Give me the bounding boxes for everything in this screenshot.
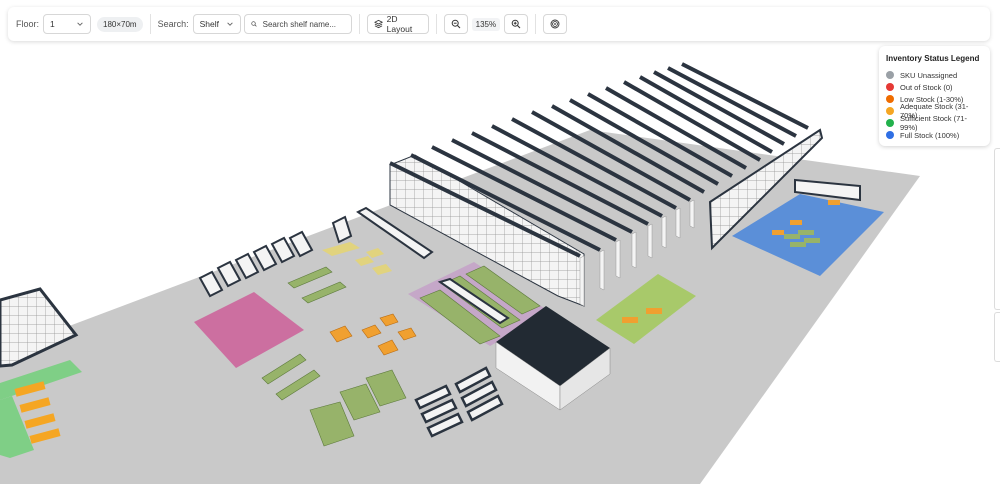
search-type-value: Shelf	[199, 19, 220, 29]
zoom-out-icon	[451, 19, 461, 29]
legend-dot-adequate	[886, 107, 894, 115]
layout-2d-label: 2D Layout	[386, 14, 413, 34]
layers-icon	[373, 19, 383, 29]
side-panel-handle[interactable]	[994, 312, 1000, 362]
divider	[435, 14, 437, 34]
target-icon	[550, 19, 560, 29]
floor-select[interactable]: 1	[43, 14, 92, 34]
divider	[535, 14, 537, 34]
floor-label: Floor:	[16, 19, 40, 29]
legend-label: Sufficient Stock (71-99%)	[900, 114, 967, 132]
side-panel-handle[interactable]	[994, 148, 1000, 310]
legend-dot-low	[886, 95, 894, 103]
legend-label: Out of Stock (0)	[900, 82, 953, 92]
chevron-down-icon	[77, 22, 83, 26]
floor-size-badge: 180×70m	[97, 16, 143, 32]
legend-dot-unassigned	[886, 71, 894, 79]
floor-value: 1	[50, 19, 55, 29]
zoom-out-button[interactable]	[443, 14, 468, 34]
top-toolbar: Floor: 1 180×70m Search: Shelf 2D Layout…	[8, 7, 990, 41]
legend-item: Out of Stock (0)	[886, 81, 983, 93]
legend-item: SKU Unassigned	[886, 69, 983, 81]
legend-title: Inventory Status Legend	[886, 54, 980, 63]
legend-item: Sufficient Stock (71-99%)	[886, 114, 983, 132]
search-box[interactable]	[243, 14, 352, 34]
search-input[interactable]	[260, 18, 345, 30]
chevron-down-icon	[226, 22, 233, 26]
legend-dot-sufficient	[886, 119, 894, 127]
recenter-button[interactable]	[543, 14, 568, 34]
layout-2d-button[interactable]: 2D Layout	[366, 14, 429, 34]
legend-dot-out-of-stock	[886, 83, 894, 91]
zoom-in-button[interactable]	[504, 14, 529, 34]
divider	[149, 14, 151, 34]
search-label: Search:	[157, 19, 189, 29]
legend-label: SKU Unassigned	[900, 70, 958, 80]
zoom-level: 135%	[471, 17, 501, 31]
zoom-in-icon	[511, 19, 521, 29]
search-icon	[251, 21, 257, 27]
legend-dot-full	[886, 131, 894, 139]
warehouse-3d-view[interactable]	[0, 0, 1000, 484]
legend-label: Full Stock (100%)	[900, 130, 960, 140]
divider	[358, 14, 360, 34]
inventory-legend: Inventory Status Legend SKU Unassigned O…	[879, 46, 990, 146]
search-type-select[interactable]: Shelf	[192, 14, 241, 34]
